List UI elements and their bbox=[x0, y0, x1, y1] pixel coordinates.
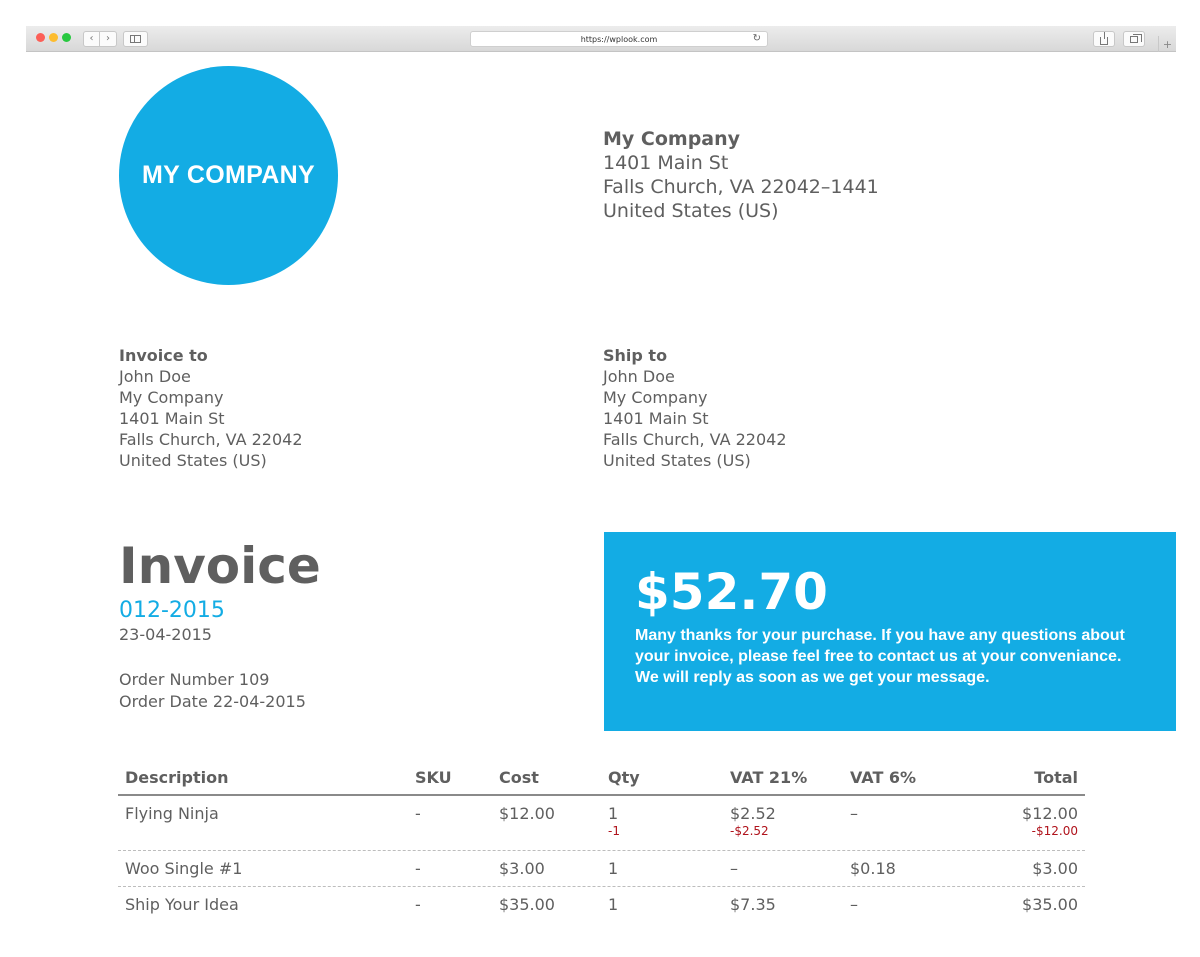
item-sku: - bbox=[415, 895, 421, 914]
item-qty: 1 bbox=[608, 895, 619, 914]
ship-to-street: 1401 Main St bbox=[603, 409, 709, 428]
ship-to-city: Falls Church, VA 22042 bbox=[603, 430, 787, 449]
ship-to-address: Ship to John Doe My Company 1401 Main St… bbox=[603, 345, 787, 471]
ship-to-name: John Doe bbox=[603, 367, 675, 386]
back-button[interactable]: ‹ bbox=[83, 31, 100, 47]
sidebar-toggle-button[interactable] bbox=[123, 31, 148, 47]
thanks-line: We will reply as soon as we get your mes… bbox=[635, 669, 990, 686]
item-vat-21: – bbox=[730, 859, 738, 878]
ship-to-company: My Company bbox=[603, 388, 708, 407]
forward-button[interactable]: › bbox=[100, 31, 117, 47]
item-description: Flying Ninja bbox=[125, 804, 219, 823]
invoice-to-address: Invoice to John Doe My Company 1401 Main… bbox=[119, 345, 303, 471]
share-icon bbox=[1100, 31, 1108, 45]
company-logo: MY COMPANY bbox=[119, 66, 338, 285]
header-vat-6: VAT 6% bbox=[850, 768, 917, 787]
header-vat-21: VAT 21% bbox=[730, 768, 808, 787]
header-total: Total bbox=[1034, 768, 1078, 787]
invoice-number: 012-2015 bbox=[119, 598, 225, 623]
item-vat-6: – bbox=[850, 895, 858, 914]
item-total: $3.00 bbox=[1032, 859, 1078, 878]
table-header: Description SKU Cost Qty VAT 21% VAT 6% … bbox=[118, 762, 1085, 796]
item-cost: $35.00 bbox=[499, 895, 555, 914]
item-total: $35.00 bbox=[1022, 895, 1078, 914]
item-sku: - bbox=[415, 804, 421, 823]
item-description: Ship Your Idea bbox=[125, 895, 239, 914]
chevron-right-icon: › bbox=[106, 33, 110, 44]
company-street: 1401 Main St bbox=[603, 152, 729, 174]
url-text: https://wplook.com bbox=[580, 34, 658, 44]
item-vat-21: $2.52 bbox=[730, 804, 776, 823]
page-bottom-edge bbox=[0, 922, 1200, 957]
table-row: Flying Ninja - $12.00 1 -1 $2.52 -$2.52 … bbox=[118, 796, 1085, 851]
item-total-refund: -$12.00 bbox=[1031, 824, 1078, 838]
zoom-window-button[interactable] bbox=[62, 33, 71, 42]
item-vat-21-cell: $2.52 -$2.52 bbox=[730, 804, 776, 838]
share-button[interactable] bbox=[1093, 31, 1115, 47]
thanks-message: Many thanks for your purchase. If you ha… bbox=[635, 625, 1155, 688]
chevron-left-icon: ‹ bbox=[89, 33, 94, 44]
invoice-date: 23-04-2015 bbox=[119, 625, 212, 644]
item-vat-6: $0.18 bbox=[850, 859, 896, 878]
ship-to-heading: Ship to bbox=[603, 346, 668, 365]
item-cost: $3.00 bbox=[499, 859, 545, 878]
table-row: Woo Single #1 - $3.00 1 – $0.18 $3.00 bbox=[118, 851, 1085, 887]
company-country: United States (US) bbox=[603, 200, 779, 222]
invoice-title: Invoice bbox=[119, 537, 321, 595]
invoice-to-name: John Doe bbox=[119, 367, 191, 386]
company-name: My Company bbox=[603, 128, 741, 150]
total-summary-box: $52.70 Many thanks for your purchase. If… bbox=[604, 532, 1176, 731]
thanks-line: your invoice, please feel free to contac… bbox=[635, 648, 1122, 665]
company-address: My Company 1401 Main St Falls Church, VA… bbox=[603, 127, 879, 223]
invoice-items-table: Description SKU Cost Qty VAT 21% VAT 6% … bbox=[118, 762, 1085, 927]
new-tab-button[interactable]: + bbox=[1158, 36, 1176, 52]
order-details: Order Number 109 Order Date 22-04-2015 bbox=[119, 669, 306, 713]
order-number: Order Number 109 bbox=[119, 670, 270, 689]
reload-icon[interactable]: ↻ bbox=[753, 33, 761, 44]
company-city: Falls Church, VA 22042–1441 bbox=[603, 176, 879, 198]
header-qty: Qty bbox=[608, 768, 640, 787]
table-row: Ship Your Idea - $35.00 1 $7.35 – $35.00 bbox=[118, 887, 1085, 927]
show-tabs-button[interactable] bbox=[1123, 31, 1145, 47]
browser-toolbar: ‹ › https://wplook.com ↻ + bbox=[26, 26, 1176, 52]
item-qty-refund: -1 bbox=[608, 824, 620, 838]
item-total: $12.00 bbox=[1022, 804, 1078, 823]
item-sku: - bbox=[415, 859, 421, 878]
plus-icon: + bbox=[1162, 37, 1173, 51]
item-qty-cell: 1 -1 bbox=[608, 804, 620, 838]
invoice-to-company: My Company bbox=[119, 388, 224, 407]
thanks-line: Many thanks for your purchase. If you ha… bbox=[635, 627, 1125, 644]
item-qty: 1 bbox=[608, 804, 619, 823]
invoice-to-country: United States (US) bbox=[119, 451, 267, 470]
invoice-to-street: 1401 Main St bbox=[119, 409, 225, 428]
invoice-to-city: Falls Church, VA 22042 bbox=[119, 430, 303, 449]
header-sku: SKU bbox=[415, 768, 452, 787]
item-total-cell: $12.00 -$12.00 bbox=[1022, 804, 1078, 838]
ship-to-country: United States (US) bbox=[603, 451, 751, 470]
item-vat-21-refund: -$2.52 bbox=[730, 824, 769, 838]
item-qty: 1 bbox=[608, 859, 619, 878]
order-date: Order Date 22-04-2015 bbox=[119, 692, 306, 711]
sidebar-icon bbox=[130, 35, 141, 43]
logo-text: MY COMPANY bbox=[142, 161, 315, 189]
total-amount: $52.70 bbox=[635, 563, 828, 621]
address-bar[interactable]: https://wplook.com ↻ bbox=[470, 31, 768, 47]
item-description: Woo Single #1 bbox=[125, 859, 243, 878]
item-vat-21: $7.35 bbox=[730, 895, 776, 914]
invoice-to-heading: Invoice to bbox=[119, 346, 208, 365]
tabs-icon bbox=[1130, 33, 1142, 43]
minimize-window-button[interactable] bbox=[49, 33, 58, 42]
close-window-button[interactable] bbox=[36, 33, 45, 42]
item-cost: $12.00 bbox=[499, 804, 555, 823]
header-description: Description bbox=[125, 768, 229, 787]
header-cost: Cost bbox=[499, 768, 539, 787]
item-vat-6: – bbox=[850, 804, 858, 823]
